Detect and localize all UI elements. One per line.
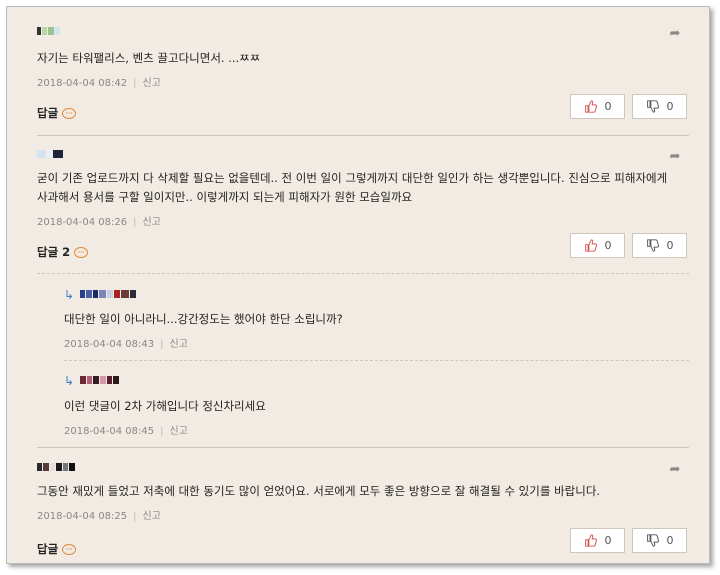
comment-text: 그동안 재밌게 들었고 저축에 대한 동기도 많이 얻었어요. 서로에게 모두 … (37, 484, 601, 498)
author-avatar[interactable] (37, 150, 63, 160)
share-icon[interactable]: ➦ (667, 27, 683, 41)
comment-text: 자기는 타워팰리스, 벤츠 끌고다니면서. ...ㅉㅉ (37, 51, 261, 65)
author-avatar[interactable] (80, 290, 136, 300)
meta-divider: | (160, 426, 164, 437)
comment-meta: 2018-04-04 08:26 | 신고 (37, 213, 161, 228)
reply-label: 답글 (37, 542, 59, 556)
vote-group: 0 0 (570, 94, 687, 119)
thumbs-down-icon (646, 534, 659, 547)
reply-meta: 2018-04-04 08:43 | 신고 (64, 335, 188, 350)
reply-meta: 2018-04-04 08:45 | 신고 (64, 422, 188, 437)
author-avatar[interactable] (37, 27, 60, 37)
reply-divider (64, 360, 689, 361)
reply-text: 대단한 일이 아니라니...강간정도는 했어야 한단 소립니까? (64, 312, 343, 326)
comment-item: ➦ 그동안 재밌게 들었고 저축에 대한 동기도 많이 얻었어요. 서로에게 모… (37, 463, 689, 563)
reply-label: 답글 2 (37, 245, 71, 259)
share-icon[interactable]: ➦ (667, 150, 683, 164)
vote-group: 0 0 (570, 528, 687, 553)
comment-item: ➦ 굳이 기존 업로드까지 다 삭제할 필요는 없을텐데.. 전 이번 일이 그… (37, 150, 689, 265)
reply-label: 답글 (37, 106, 59, 120)
reply-divider (37, 273, 689, 274)
dislike-count: 0 (666, 534, 674, 547)
meta-divider: | (133, 78, 137, 89)
speech-bubble-icon: ··· (62, 107, 77, 119)
comment-panel: ➦ 자기는 타워팰리스, 벤츠 끌고다니면서. ...ㅉㅉ 2018-04-04… (6, 6, 710, 564)
comment-divider (37, 447, 689, 448)
reply-date: 2018-04-04 08:45 (64, 426, 155, 437)
thumbs-up-icon (584, 100, 597, 113)
comment-divider (37, 135, 689, 136)
like-count: 0 (604, 534, 612, 547)
vote-group: 0 0 (570, 233, 687, 258)
reply-item: ↳ 이런 댓글이 2차 가해입니다 정신차리세요 2018-04-04 08:4… (64, 374, 689, 437)
like-button[interactable]: 0 (570, 528, 625, 553)
share-icon[interactable]: ➦ (667, 463, 683, 477)
dislike-button[interactable]: 0 (632, 528, 687, 553)
meta-divider: | (133, 217, 137, 228)
thumbs-down-icon (646, 100, 659, 113)
reply-button[interactable]: 답글 ··· (37, 541, 77, 557)
like-count: 0 (604, 239, 612, 252)
reply-button[interactable]: 답글 2 ··· (37, 244, 89, 260)
meta-divider: | (133, 511, 137, 522)
comment-meta: 2018-04-04 08:25 | 신고 (37, 507, 161, 522)
comment-item: ➦ 자기는 타워팰리스, 벤츠 끌고다니면서. ...ㅉㅉ 2018-04-04… (37, 27, 689, 127)
comment-date: 2018-04-04 08:42 (37, 78, 128, 89)
speech-bubble-icon: ··· (74, 246, 89, 258)
dislike-count: 0 (666, 239, 674, 252)
dislike-button[interactable]: 0 (632, 233, 687, 258)
reply-item: ↳ 대단한 일이 아니라니...강간정도는 했어야 한단 소립니까? 2018-… (64, 288, 689, 350)
like-button[interactable]: 0 (570, 94, 625, 119)
comment-date: 2018-04-04 08:26 (37, 217, 128, 228)
reply-arrow-icon: ↳ (64, 288, 75, 302)
like-button[interactable]: 0 (570, 233, 625, 258)
speech-bubble-icon: ··· (62, 543, 77, 555)
author-avatar[interactable] (37, 463, 75, 473)
like-count: 0 (604, 100, 612, 113)
reply-arrow-icon: ↳ (64, 374, 75, 388)
reply-button[interactable]: 답글 ··· (37, 105, 77, 121)
comment-meta: 2018-04-04 08:42 | 신고 (37, 74, 161, 89)
dislike-button[interactable]: 0 (632, 94, 687, 119)
report-link[interactable]: 신고 (143, 511, 161, 522)
report-link[interactable]: 신고 (170, 339, 188, 350)
comment-date: 2018-04-04 08:25 (37, 511, 128, 522)
reply-text: 이런 댓글이 2차 가해입니다 정신차리세요 (64, 399, 266, 413)
thumbs-up-icon (584, 239, 597, 252)
comment-text: 굳이 기존 업로드까지 다 삭제할 필요는 없을텐데.. 전 이번 일이 그렇게… (37, 171, 668, 204)
thumbs-up-icon (584, 534, 597, 547)
reply-date: 2018-04-04 08:43 (64, 339, 155, 350)
report-link[interactable]: 신고 (143, 217, 161, 228)
thumbs-down-icon (646, 239, 659, 252)
report-link[interactable]: 신고 (143, 78, 161, 89)
author-avatar[interactable] (80, 376, 119, 386)
report-link[interactable]: 신고 (170, 426, 188, 437)
meta-divider: | (160, 339, 164, 350)
dislike-count: 0 (666, 100, 674, 113)
